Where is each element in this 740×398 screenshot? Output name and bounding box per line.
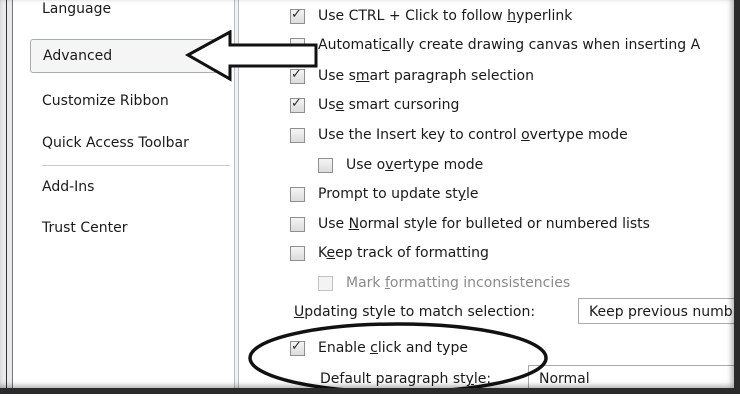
option-label: Mark formatting inconsistencies	[346, 275, 571, 291]
option-overtype-mode[interactable]: Use overtype mode	[318, 153, 483, 177]
checkbox	[318, 275, 333, 291]
option-prompt-update-style[interactable]: Prompt to update style	[290, 182, 479, 206]
option-label: Use smart paragraph selection	[318, 68, 534, 84]
updating-style-dropdown[interactable]: Keep previous numb	[578, 298, 740, 324]
option-normal-style-lists[interactable]: Use Normal style for bulleted or numbere…	[290, 212, 650, 236]
checkbox[interactable]	[318, 157, 333, 173]
checkbox[interactable]	[290, 186, 305, 202]
sidebar-item-label: Advanced	[43, 48, 113, 64]
option-label: Prompt to update style	[318, 186, 479, 202]
window-edge-line	[6, 0, 7, 394]
option-label: Automatically create drawing canvas when…	[318, 37, 701, 53]
callout-arrow-icon	[184, 30, 318, 82]
option-ctrl-click-hyperlink[interactable]: Use CTRL + Click to follow hyperlink	[290, 4, 572, 28]
dropdown-value: Keep previous numb	[589, 304, 733, 320]
sidebar-item-add-ins[interactable]: Add-Ins	[30, 172, 226, 202]
option-label: Keep track of formatting	[318, 245, 489, 261]
sidebar-item-customize-ribbon[interactable]: Customize Ribbon	[30, 86, 226, 116]
sidebar-separator	[42, 165, 230, 166]
option-smart-paragraph-selection[interactable]: Use smart paragraph selection	[290, 64, 534, 88]
sidebar-item-label: Quick Access Toolbar	[42, 135, 189, 151]
default-paragraph-style-dropdown[interactable]: Normal	[528, 365, 740, 391]
option-label: Use overtype mode	[346, 157, 484, 173]
option-keep-track-formatting[interactable]: Keep track of formatting	[290, 241, 489, 265]
option-label: Use Normal style for bulleted or numbere…	[318, 216, 650, 232]
option-smart-cursoring[interactable]: Use smart cursoring	[290, 93, 459, 117]
option-label: Use smart cursoring	[318, 97, 460, 113]
option-insert-key-overtype[interactable]: Use the Insert key to control overtype m…	[290, 123, 628, 147]
checkbox[interactable]	[290, 216, 305, 232]
sidebar-item-label: Customize Ribbon	[42, 93, 169, 109]
option-label: Use the Insert key to control overtype m…	[318, 127, 628, 143]
checkbox[interactable]	[290, 7, 305, 24]
sidebar-item-label: Trust Center	[42, 220, 128, 236]
sidebar-item-quick-access-toolbar[interactable]: Quick Access Toolbar	[30, 128, 226, 158]
option-label: Use CTRL + Click to follow hyperlink	[318, 8, 573, 24]
sidebar-item-trust-center[interactable]: Trust Center	[30, 213, 226, 243]
checkbox[interactable]	[290, 127, 305, 143]
highlight-ellipse-icon	[248, 322, 548, 394]
option-auto-drawing-canvas[interactable]: Automatically create drawing canvas when…	[290, 33, 700, 57]
sidebar-item-language[interactable]: Language	[30, 0, 226, 22]
option-mark-formatting-inconsistencies: Mark formatting inconsistencies	[318, 271, 570, 295]
checkbox[interactable]	[290, 96, 305, 113]
sidebar-item-label: Language	[42, 1, 112, 17]
window-left-edge	[0, 0, 13, 394]
sidebar-item-label: Add-Ins	[42, 179, 95, 195]
checkbox[interactable]	[290, 245, 305, 261]
